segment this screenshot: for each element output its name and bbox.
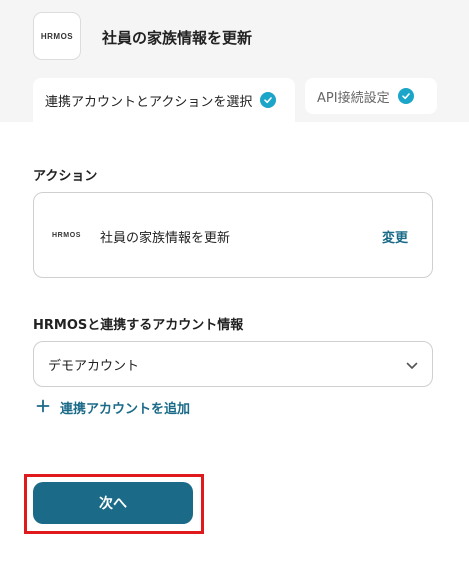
app-logo: HRMOS [33, 12, 81, 60]
chevron-down-icon [406, 355, 418, 374]
check-icon [397, 88, 414, 104]
add-account-label: 連携アカウントを追加 [60, 402, 191, 417]
action-card: HRMOS 社員の家族情報を更新 変更 [33, 192, 433, 278]
selected-account: デモアカウント [48, 358, 140, 374]
tab-label: 連携アカウントとアクションを選択 [45, 94, 253, 110]
action-name: 社員の家族情報を更新 [100, 231, 231, 246]
hrmos-logo: HRMOS [52, 232, 82, 239]
check-icon [260, 92, 277, 108]
page-title: 社員の家族情報を更新 [102, 29, 253, 47]
tab-label: API接続設定 [317, 90, 390, 106]
app-logo-text: HRMOS [40, 31, 74, 41]
add-account-link[interactable]: 連携アカウントを追加 [36, 398, 190, 417]
change-action-button[interactable]: 変更 [382, 227, 408, 246]
plus-icon [36, 399, 50, 417]
account-section-label: HRMOSと連携するアカウント情報 [33, 318, 244, 333]
tab-api-settings[interactable]: API接続設定 [305, 78, 437, 114]
action-section-label: アクション [33, 169, 98, 184]
next-button[interactable]: 次へ [33, 482, 193, 524]
account-select[interactable]: デモアカウント [33, 341, 433, 387]
tab-select-account-action[interactable]: 連携アカウントとアクションを選択 [33, 78, 295, 122]
